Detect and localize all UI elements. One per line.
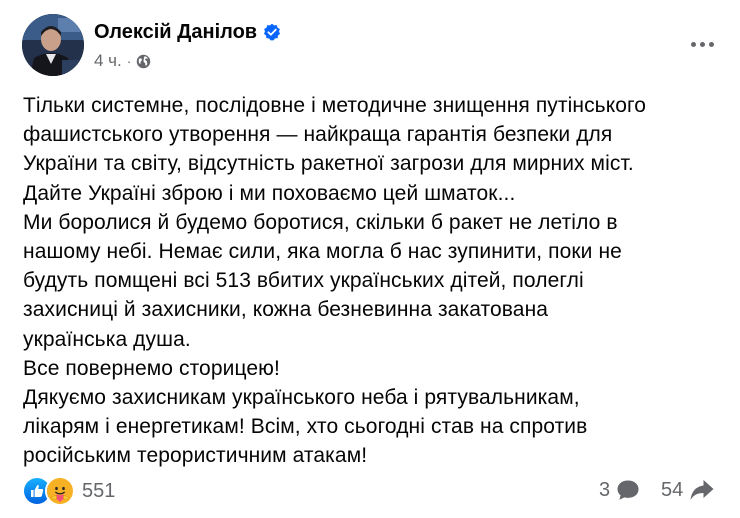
post-text-line: Дякуємо захисникам українського неба і р… [23,386,580,410]
post-footer: 551 3 54 [0,470,740,510]
share-arrow-icon [689,478,715,502]
post-text-line: Дайте Україні зброю і ми поховаємо цей ш… [23,181,516,205]
meta-separator: · [126,53,132,69]
comments-stat[interactable]: 3 [599,476,640,504]
post-text-line: нашому небі. Немає сили, яка могла б нас… [23,240,622,264]
post-meta: 4 ч. · [94,51,151,71]
shares-count: 54 [661,479,684,501]
more-options-icon [690,41,714,47]
comment-bubble-icon [616,479,640,501]
reactions-summary[interactable]: 551 [22,476,115,506]
avatar-photo [22,14,84,76]
reactions-count: 551 [82,480,116,502]
author-name[interactable]: Олексій Данілов [94,20,257,44]
post-text-line: Тільки системне, послідовне і методичне … [23,94,647,117]
more-options-button[interactable] [684,30,720,58]
post-text-line: України та світу, відсутність ракетної з… [23,152,634,176]
post-text: Тільки системне, послідовне і методичне … [23,91,723,471]
post-card: Олексій Данілов 4 ч. · Тільки системне, … [0,0,740,518]
comments-count: 3 [599,479,611,501]
post-timestamp[interactable]: 4 ч. [94,51,122,71]
post-text-line: фашистського утворення — найкраща гарант… [23,123,613,147]
author-avatar[interactable] [22,14,84,76]
verified-badge-icon [263,23,281,41]
post-text-line: українська душа. [23,327,191,351]
post-text-line: лікарям і енергетикам! Всім, хто сьогодн… [23,415,588,439]
post-text-line: Все повернемо сторицею! [23,356,280,380]
author-row: Олексій Данілов [94,20,281,44]
globe-icon[interactable] [136,54,151,69]
post-text-line: захисниці й захисники, кожна безневинна … [23,298,549,322]
shares-stat[interactable]: 54 [661,476,715,504]
post-text-line: російським терористичним атакам! [23,444,368,468]
post-text-line: будуть помщені всі 513 вбитих українськи… [23,269,584,293]
care-reaction-icon [45,476,75,506]
post-text-line: Ми боролися й будемо боротися, скільки б… [23,210,618,234]
